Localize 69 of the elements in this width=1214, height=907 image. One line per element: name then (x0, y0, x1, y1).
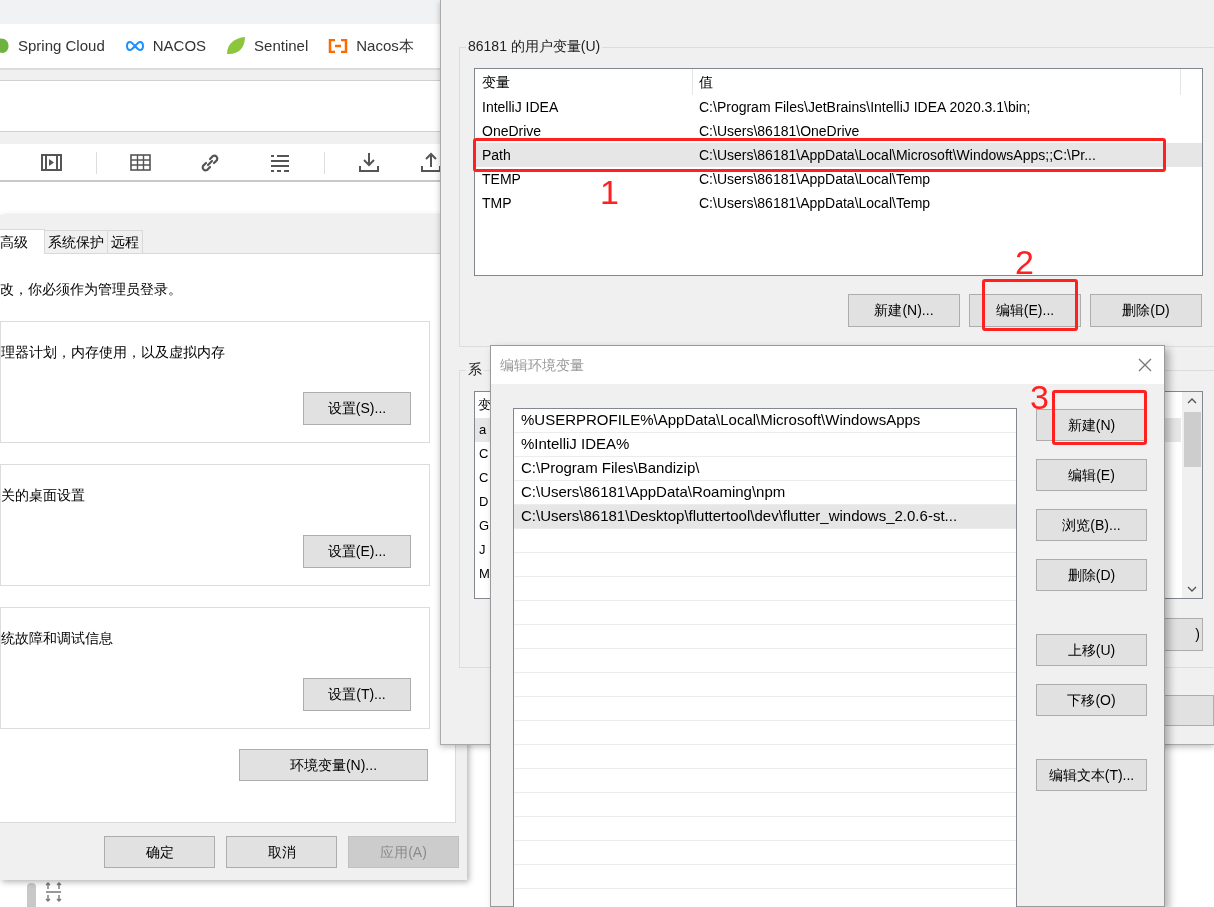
text-field[interactable] (0, 80, 441, 132)
close-icon[interactable] (1138, 358, 1152, 372)
column-header[interactable]: 变 (478, 395, 491, 415)
variable-value: C:\Program Files\JetBrains\IntelliJ IDEA 2020.3.1\bin; (698, 97, 1031, 117)
group-description: 理器计划，内存使用，以及虚拟内存 (1, 343, 226, 362)
dialog-button[interactable]: 取消 (226, 836, 337, 868)
leaf-icon (0, 37, 10, 55)
download-icon[interactable] (359, 152, 379, 172)
annotation-number: 1 (600, 175, 619, 209)
move-icon[interactable] (45, 882, 62, 902)
list-icon[interactable] (270, 154, 290, 172)
variable-value: C:\Users\86181\OneDrive (698, 121, 860, 141)
variable-value: C:\Users\86181\AppData\Local\Temp (698, 193, 931, 213)
dialog-button[interactable]: 上移(U) (1036, 634, 1147, 666)
variable-name: a (479, 421, 487, 440)
dialog-button[interactable]: 编辑(E)... (969, 294, 1081, 327)
variable-name: J (479, 541, 486, 560)
tab[interactable]: 系统保护 (45, 230, 108, 253)
variable-name[interactable]: Path (482, 144, 511, 166)
link-icon[interactable] (200, 153, 220, 173)
scrollbar-thumb[interactable] (27, 883, 36, 907)
chevron-down-icon[interactable] (1187, 586, 1197, 592)
dialog-button[interactable]: 新建(N) (1036, 409, 1147, 441)
tab[interactable]: 高级 (0, 229, 45, 254)
environment-variables-button[interactable]: 环境变量(N)... (239, 749, 428, 781)
video-icon[interactable] (41, 154, 62, 171)
dialog-button[interactable]: 编辑文本(T)... (1036, 759, 1147, 791)
bookmark-link[interactable]: Nacos本 (356, 34, 414, 58)
dialog-button[interactable]: 浏览(B)... (1036, 509, 1147, 541)
variable-value: C:\Users\86181\AppData\Local\Temp (698, 169, 931, 189)
chevron-up-icon[interactable] (1187, 398, 1197, 404)
dialog-button[interactable]: 新建(N)... (848, 294, 960, 327)
table-icon[interactable] (130, 154, 151, 171)
dialog-button[interactable]: 确定 (104, 836, 215, 868)
admin-note: 改，你必须作为管理员登录。 (0, 280, 183, 299)
window-title: 编辑环境变量 (500, 355, 584, 375)
group-label: 86181 的用户变量(U) (466, 36, 603, 57)
bookmark-link[interactable]: NACOS (152, 34, 207, 58)
leaf-icon (226, 36, 247, 56)
variable-name[interactable]: TEMP (482, 168, 521, 190)
column-header[interactable]: 变量 (475, 69, 693, 95)
dialog-button[interactable]: 删除(D) (1090, 294, 1202, 327)
variable-name[interactable]: TMP (482, 192, 512, 214)
annotation-number: 2 (1015, 245, 1034, 279)
tab[interactable]: 远程 (108, 230, 143, 253)
bookmark-link[interactable]: Spring Cloud (18, 34, 105, 58)
bracket-icon (328, 39, 349, 53)
scrollbar[interactable] (1182, 392, 1202, 598)
scrollbar-thumb[interactable] (1183, 412, 1201, 467)
path-entry[interactable]: %USERPROFILE%\AppData\Local\Microsoft\WindowsApps (514, 409, 1016, 433)
settings-button[interactable]: 设置(T)... (303, 678, 411, 711)
dialog-button[interactable]: 编辑(E) (1036, 459, 1147, 491)
column-header[interactable]: 值 (693, 69, 1181, 95)
path-entry[interactable]: C:\Program Files\Bandizip\ (514, 457, 1016, 481)
infinity-icon (124, 41, 145, 51)
bookmark-link[interactable]: Sentinel (254, 34, 309, 58)
upload-icon[interactable] (421, 152, 441, 172)
group-description: 统故障和调试信息 (1, 629, 114, 648)
settings-button[interactable]: 设置(E)... (303, 535, 411, 568)
variable-name[interactable]: OneDrive (482, 120, 542, 142)
path-entry[interactable]: C:\Users\86181\Desktop\fluttertool\dev\flutter_windows_2.0.6-st... (514, 505, 1016, 529)
dialog-button[interactable]: 下移(O) (1036, 684, 1147, 716)
group-description: 关的桌面设置 (1, 486, 86, 505)
settings-button[interactable]: 设置(S)... (303, 392, 411, 425)
path-entry[interactable]: %IntelliJ IDEA% (514, 433, 1016, 457)
selected-row[interactable]: Path C:\Users\86181\AppData\Local\Microsoft\WindowsApps;;C:\Pr... (475, 143, 1202, 167)
dialog-button[interactable]: 删除(D) (1036, 559, 1147, 591)
variable-name[interactable]: IntelliJ IDEA (482, 96, 559, 118)
variable-value: C:\Users\86181\AppData\Local\Microsoft\WindowsApps;;C:\Pr... (698, 145, 1096, 165)
